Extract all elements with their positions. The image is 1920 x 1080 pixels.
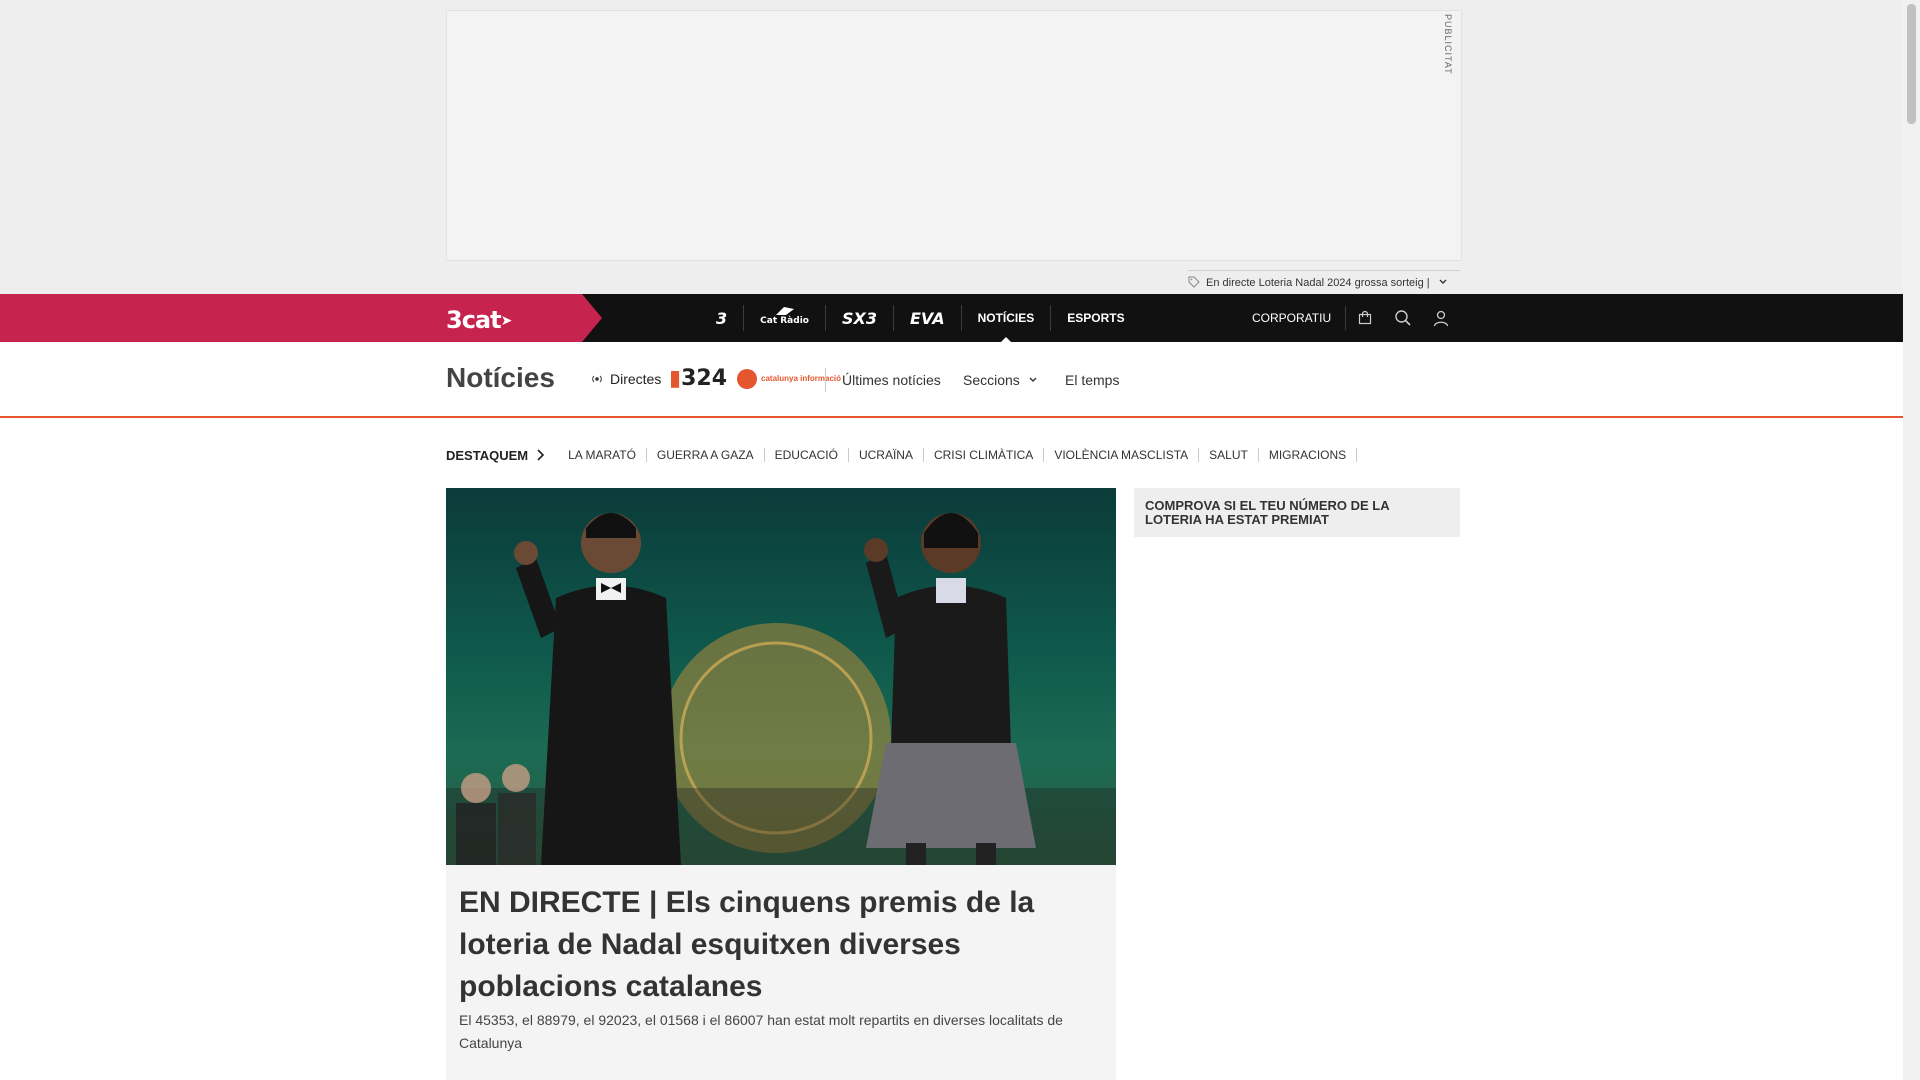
ad-label: PUBLICITAT	[1443, 14, 1453, 75]
chevron-right-icon	[537, 449, 545, 461]
nav-esports-label: ESPORTS	[1067, 311, 1125, 325]
highlight-item[interactable]: LA MARATÓ	[558, 448, 647, 462]
channel-tv3-label: 3	[716, 308, 728, 328]
top-right-actions: CORPORATIU	[1238, 294, 1460, 342]
link-seccions[interactable]: Seccions	[963, 372, 1038, 388]
link-el-temps[interactable]: El temps	[1065, 372, 1119, 388]
highlight-item[interactable]: GUERRA A GAZA	[647, 448, 765, 462]
search-icon[interactable]	[1384, 294, 1422, 342]
brand-arrow-icon: ➤	[500, 313, 513, 329]
highlight-item[interactable]: CRISI CLIMÀTICA	[924, 448, 1045, 462]
hero-summary: El 45353, el 88979, el 92023, el 01568 i…	[459, 1012, 1063, 1051]
advertisement-area: PUBLICITAT En directe Loteria Nadal 2024…	[0, 0, 1903, 294]
highlight-item[interactable]: UCRAÏNA	[849, 448, 924, 462]
section-navigation: Notícies Directes ▮324 catalunya informa…	[0, 342, 1903, 418]
user-icon[interactable]	[1422, 294, 1460, 342]
section-title[interactable]: Notícies	[446, 362, 555, 394]
channel-tv3[interactable]: 3	[700, 305, 745, 331]
catalunya-informacio-icon	[737, 369, 757, 389]
hero-headline[interactable]: EN DIRECTE | Els cinquens premis de la l…	[459, 882, 1099, 1008]
highlights-label[interactable]: DESTAQUEM	[446, 447, 545, 463]
channel-eva-label: EVA	[909, 308, 945, 328]
ticker-text[interactable]: En directe Loteria Nadal 2024 grossa sor…	[1206, 277, 1430, 289]
page-scrollbar[interactable]	[1903, 0, 1920, 1080]
chevron-down-icon	[1029, 377, 1037, 382]
highlight-item[interactable]: EDUCACIÓ	[765, 448, 849, 462]
catalunya-informacio-text: catalunya informació	[761, 374, 842, 383]
top-navigation-bar: 3cat➤ 3 Cat Ràdio SX3 EVA NOTÍCIES ESPOR…	[0, 294, 1903, 343]
directes-label: Directes	[610, 371, 662, 387]
chevron-down-icon[interactable]	[1438, 277, 1448, 290]
trending-ticker[interactable]: En directe Loteria Nadal 2024 grossa sor…	[1188, 270, 1460, 295]
tag-icon	[1188, 276, 1200, 291]
nav-noticies-label: NOTÍCIES	[977, 311, 1035, 325]
channel-sx3-label: SX3	[841, 308, 877, 328]
highlight-item[interactable]: SALUT	[1199, 448, 1259, 462]
divider	[825, 368, 826, 392]
nav-esports[interactable]: ESPORTS	[1051, 305, 1140, 331]
lottery-check-promo[interactable]: COMPROVA SI EL TEU NÚMERO DE LA LOTERIA …	[1134, 488, 1460, 537]
ad-banner[interactable]	[446, 10, 1462, 261]
channel-eva[interactable]: EVA	[894, 305, 962, 331]
channel-catradio[interactable]: Cat Ràdio	[744, 305, 826, 331]
scrollbar-thumb[interactable]	[1907, 4, 1916, 124]
hero-article-card[interactable]: EN DIRECTE | Els cinquens premis de la l…	[446, 865, 1116, 1080]
highlight-item[interactable]: MIGRACIONS	[1259, 448, 1358, 462]
highlights-bar: DESTAQUEM LA MARATÓ GUERRA A GAZA EDUCAC…	[446, 445, 1358, 465]
shopping-bag-icon[interactable]	[1346, 294, 1384, 342]
corporatiu-label: CORPORATIU	[1252, 311, 1332, 325]
hero-image[interactable]	[446, 488, 1116, 865]
live-broadcast-icon	[592, 375, 602, 383]
seccions-label: Seccions	[963, 372, 1020, 388]
channel-sx3[interactable]: SX3	[826, 305, 894, 331]
el-temps-label: El temps	[1065, 372, 1120, 388]
promo-text: COMPROVA SI EL TEU NÚMERO DE LA LOTERIA …	[1145, 498, 1390, 527]
logo-324[interactable]: ▮324	[669, 366, 727, 391]
brand-logo-text: 3cat	[446, 306, 502, 334]
link-ultimes-noticies[interactable]: Últimes notícies	[842, 372, 941, 388]
brand-logo[interactable]: 3cat➤	[446, 306, 513, 334]
channel-list: 3 Cat Ràdio SX3 EVA NOTÍCIES ESPORTS	[700, 294, 1141, 343]
nav-noticies[interactable]: NOTÍCIES	[962, 305, 1052, 343]
brand-block	[0, 294, 602, 342]
channel-catradio-label: Cat Ràdio	[760, 316, 809, 326]
corporatiu-link[interactable]: CORPORATIU	[1238, 306, 1347, 330]
ultimes-noticies-label: Últimes notícies	[842, 372, 941, 388]
destaquem-text: DESTAQUEM	[446, 447, 529, 463]
highlight-item[interactable]: VIOLÈNCIA MASCLISTA	[1044, 448, 1200, 462]
directes-link[interactable]: Directes	[590, 371, 661, 387]
logo-324-text: 324	[681, 366, 728, 391]
logo-324-mark: ▮	[669, 366, 682, 391]
